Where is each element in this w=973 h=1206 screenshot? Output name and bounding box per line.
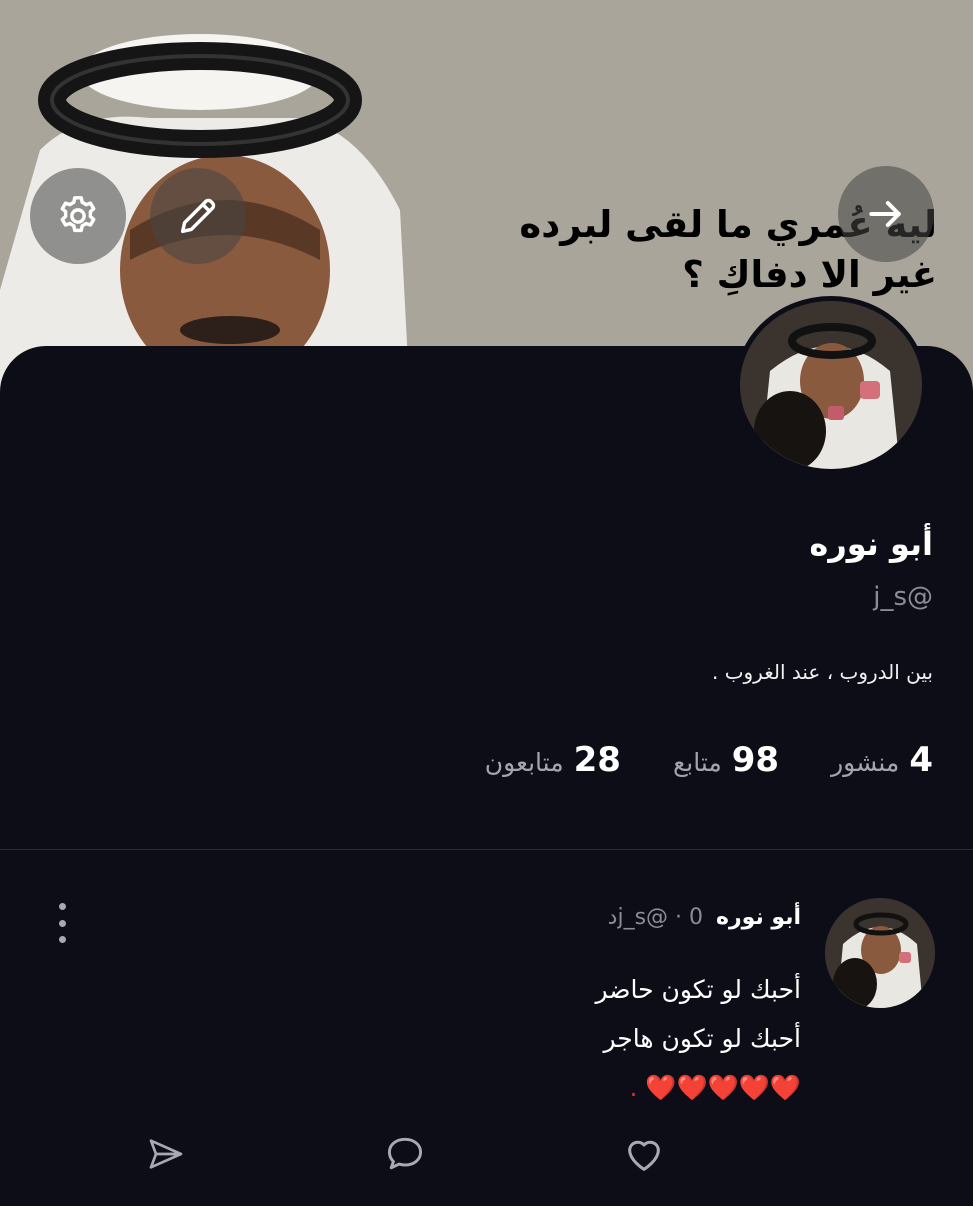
followers-stat[interactable]: 28 متابعون [485, 740, 621, 780]
like-button[interactable] [620, 1130, 668, 1178]
post-hearts: ❤️❤️❤️❤️❤️ . [629, 1073, 801, 1102]
profile-stats: 28 متابعون 98 متابع 4 منشور [485, 740, 933, 780]
comment-button[interactable] [381, 1130, 429, 1178]
heart-icon [628, 1140, 660, 1171]
post-author-name[interactable]: أبو نوره [716, 905, 801, 930]
following-count: 98 [731, 740, 780, 780]
send-icon [149, 1139, 183, 1169]
comment-icon [387, 1137, 423, 1170]
profile-handle: j_s@ [873, 582, 933, 612]
profile-name: أبو نوره [809, 525, 933, 563]
arrow-right-icon [869, 200, 901, 228]
pencil-icon [180, 198, 216, 234]
share-button[interactable] [142, 1130, 190, 1178]
avatar-photo [825, 898, 935, 1008]
gear-icon [60, 196, 96, 233]
post-body: أحبك لو تكون حاضر أحبك لو تكون هاجر ❤️❤️… [595, 965, 801, 1112]
post-header: أبو نوره j_s@ · 0د [608, 905, 801, 930]
posts-count: 4 [909, 740, 933, 780]
following-stat[interactable]: 98 متابع [673, 740, 779, 780]
post-author-avatar[interactable] [825, 898, 935, 1008]
more-vertical-icon[interactable] [52, 903, 72, 943]
post-line-1: أحبك لو تكون حاضر [595, 975, 801, 1004]
back-button[interactable] [838, 166, 934, 262]
edit-profile-button[interactable] [150, 168, 246, 264]
followers-label: متابعون [484, 748, 564, 777]
settings-button[interactable] [30, 168, 126, 264]
followers-count: 28 [573, 740, 621, 780]
divider [0, 849, 973, 850]
post-line-2: أحبك لو تكون هاجر [603, 1024, 801, 1053]
avatar-photo [740, 301, 922, 469]
posts-label: منشور [831, 748, 900, 777]
following-label: متابع [672, 748, 722, 777]
profile-bio: بين الدروب ، عند الغروب . [711, 660, 933, 684]
post-meta: j_s@ · 0د [607, 905, 704, 930]
profile-avatar[interactable] [735, 296, 927, 474]
posts-stat[interactable]: 4 منشور [831, 740, 933, 780]
